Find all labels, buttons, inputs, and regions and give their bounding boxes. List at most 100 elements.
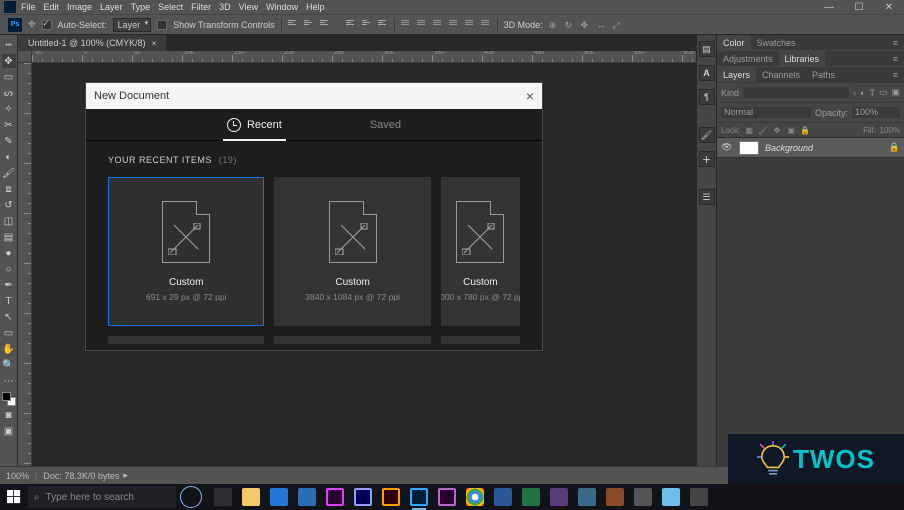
dodge-tool-icon[interactable]: ○ bbox=[2, 262, 16, 276]
tab-swatches[interactable]: Swatches bbox=[751, 35, 802, 50]
brush-tool-icon[interactable]: 🖌 bbox=[2, 166, 16, 180]
taskbar-app-aftereffects[interactable] bbox=[350, 484, 376, 510]
menu-type[interactable]: Type bbox=[131, 2, 151, 12]
menu-edit[interactable]: Edit bbox=[44, 2, 60, 12]
screen-mode-icon[interactable]: ▣ bbox=[2, 424, 16, 438]
tab-adjustments[interactable]: Adjustments bbox=[717, 51, 779, 66]
preset-card-3[interactable]: Custom 1000 x 780 px @ 72 ppi bbox=[441, 177, 520, 326]
marquee-tool-icon[interactable]: ▭ bbox=[2, 70, 16, 84]
3d-pan-icon[interactable]: ✥ bbox=[581, 20, 591, 30]
filter-type-icon[interactable]: T bbox=[869, 88, 875, 98]
task-view-icon[interactable] bbox=[210, 484, 236, 510]
taskbar-app-excel[interactable] bbox=[518, 484, 544, 510]
tab-channels[interactable]: Channels bbox=[756, 67, 806, 82]
distribute-3-icon[interactable] bbox=[433, 20, 443, 30]
character-panel-icon[interactable]: A bbox=[699, 65, 715, 81]
taskbar-app-illustrator[interactable] bbox=[378, 484, 404, 510]
window-maximize[interactable]: ☐ bbox=[844, 0, 874, 15]
taskbar-app-generic-4[interactable] bbox=[630, 484, 656, 510]
taskbar-app-generic-1[interactable] bbox=[546, 484, 572, 510]
menu-window[interactable]: Window bbox=[266, 2, 298, 12]
blend-mode-dropdown[interactable]: Normal bbox=[721, 107, 811, 118]
taskbar-app-generic-2[interactable] bbox=[574, 484, 600, 510]
visibility-eye-icon[interactable]: 👁 bbox=[721, 142, 733, 153]
add-panel-icon[interactable]: ＋ bbox=[699, 151, 715, 167]
document-tab[interactable]: Untitled-1 @ 100% (CMYK/8) × bbox=[18, 35, 166, 51]
lock-artboard-icon[interactable]: ▣ bbox=[786, 125, 796, 135]
3d-roll-icon[interactable]: ↻ bbox=[565, 20, 575, 30]
filter-adj-icon[interactable]: ◐ bbox=[860, 88, 865, 98]
edit-toolbar-icon[interactable]: ⋯ bbox=[2, 374, 16, 388]
window-close[interactable]: ✕ bbox=[874, 0, 904, 15]
tab-color[interactable]: Color bbox=[717, 35, 751, 50]
align-hcenter-icon[interactable] bbox=[362, 20, 372, 30]
distribute-1-icon[interactable] bbox=[401, 20, 411, 30]
preset-card-1[interactable]: Custom 691 x 29 px @ 72 ppi bbox=[108, 177, 264, 326]
filter-pixel-icon[interactable]: ▫ bbox=[853, 88, 856, 98]
start-button[interactable] bbox=[0, 484, 28, 510]
quick-mask-icon[interactable]: ◙ bbox=[2, 408, 16, 422]
tab-libraries[interactable]: Libraries bbox=[779, 51, 826, 66]
eraser-tool-icon[interactable]: ◫ bbox=[2, 214, 16, 228]
auto-select-checkbox[interactable] bbox=[42, 20, 52, 30]
3d-orbit-icon[interactable]: ⊕ bbox=[549, 20, 559, 30]
crop-tool-icon[interactable]: ✂ bbox=[2, 118, 16, 132]
history-brush-tool-icon[interactable]: ↺ bbox=[2, 198, 16, 212]
panel-menu-icon[interactable]: ≡ bbox=[887, 51, 904, 66]
preset-card-placeholder[interactable] bbox=[274, 336, 430, 344]
grip-icon[interactable]: ┅ bbox=[2, 38, 16, 52]
tab-saved[interactable]: Saved bbox=[366, 111, 405, 139]
layer-row-background[interactable]: 👁 Background 🔒 bbox=[717, 138, 904, 158]
taskbar-app-chrome[interactable] bbox=[462, 484, 488, 510]
zoom-value[interactable]: 100% bbox=[6, 471, 29, 481]
shape-tool-icon[interactable]: ▭ bbox=[2, 326, 16, 340]
distribute-2-icon[interactable] bbox=[417, 20, 427, 30]
menu-view[interactable]: View bbox=[239, 2, 258, 12]
path-tool-icon[interactable]: ↖ bbox=[2, 310, 16, 324]
preset-card-2[interactable]: Custom 3840 x 1084 px @ 72 ppi bbox=[274, 177, 430, 326]
taskbar-app-generic-5[interactable] bbox=[686, 484, 712, 510]
distribute-6-icon[interactable] bbox=[481, 20, 491, 30]
move-tool-icon[interactable]: ✥ bbox=[2, 54, 16, 68]
fg-bg-color[interactable] bbox=[2, 392, 16, 406]
tab-paths[interactable]: Paths bbox=[806, 67, 841, 82]
align-vcenter-icon[interactable] bbox=[304, 20, 314, 30]
cortana-icon[interactable] bbox=[180, 486, 202, 508]
align-bottom-icon[interactable] bbox=[320, 20, 330, 30]
lasso-tool-icon[interactable]: ᔕ bbox=[2, 86, 16, 100]
menu-3d[interactable]: 3D bbox=[219, 2, 231, 12]
align-left-icon[interactable] bbox=[346, 20, 356, 30]
healing-tool-icon[interactable]: ◐ bbox=[2, 150, 16, 164]
auto-select-target-dropdown[interactable]: Layer bbox=[113, 18, 152, 32]
hand-tool-icon[interactable]: ✋ bbox=[2, 342, 16, 356]
pen-tool-icon[interactable]: ✒ bbox=[2, 278, 16, 292]
paragraph-panel-icon[interactable]: ¶ bbox=[699, 89, 715, 105]
taskbar-app-explorer[interactable] bbox=[238, 484, 264, 510]
3d-slide-icon[interactable]: ↔ bbox=[597, 20, 607, 30]
menu-image[interactable]: Image bbox=[67, 2, 92, 12]
preset-card-placeholder[interactable] bbox=[441, 336, 520, 344]
menu-help[interactable]: Help bbox=[306, 2, 325, 12]
panel-menu-icon[interactable]: ≡ bbox=[887, 67, 904, 82]
menu-layer[interactable]: Layer bbox=[100, 2, 123, 12]
dialog-close-icon[interactable]: × bbox=[526, 88, 534, 104]
gradient-tool-icon[interactable]: ▤ bbox=[2, 230, 16, 244]
lock-position-icon[interactable]: ✥ bbox=[772, 125, 782, 135]
menu-filter[interactable]: Filter bbox=[191, 2, 211, 12]
opacity-input[interactable]: 100% bbox=[852, 107, 900, 118]
show-transform-controls-checkbox[interactable] bbox=[157, 20, 167, 30]
align-right-icon[interactable] bbox=[378, 20, 388, 30]
taskbar-app-word[interactable] bbox=[490, 484, 516, 510]
distribute-4-icon[interactable] bbox=[449, 20, 459, 30]
filter-shape-icon[interactable]: ▭ bbox=[879, 87, 888, 98]
magic-wand-tool-icon[interactable]: ✧ bbox=[2, 102, 16, 116]
taskbar-app-premiere[interactable] bbox=[322, 484, 348, 510]
taskbar-app-photoshop[interactable] bbox=[406, 484, 432, 510]
distribute-5-icon[interactable] bbox=[465, 20, 475, 30]
preset-card-placeholder[interactable] bbox=[108, 336, 264, 344]
menu-file[interactable]: File bbox=[21, 2, 36, 12]
menu-select[interactable]: Select bbox=[158, 2, 183, 12]
lock-all-icon[interactable]: ▦ bbox=[744, 125, 754, 135]
filter-smart-icon[interactable]: ▣ bbox=[891, 87, 900, 98]
layer-kind-dropdown[interactable] bbox=[743, 87, 849, 98]
